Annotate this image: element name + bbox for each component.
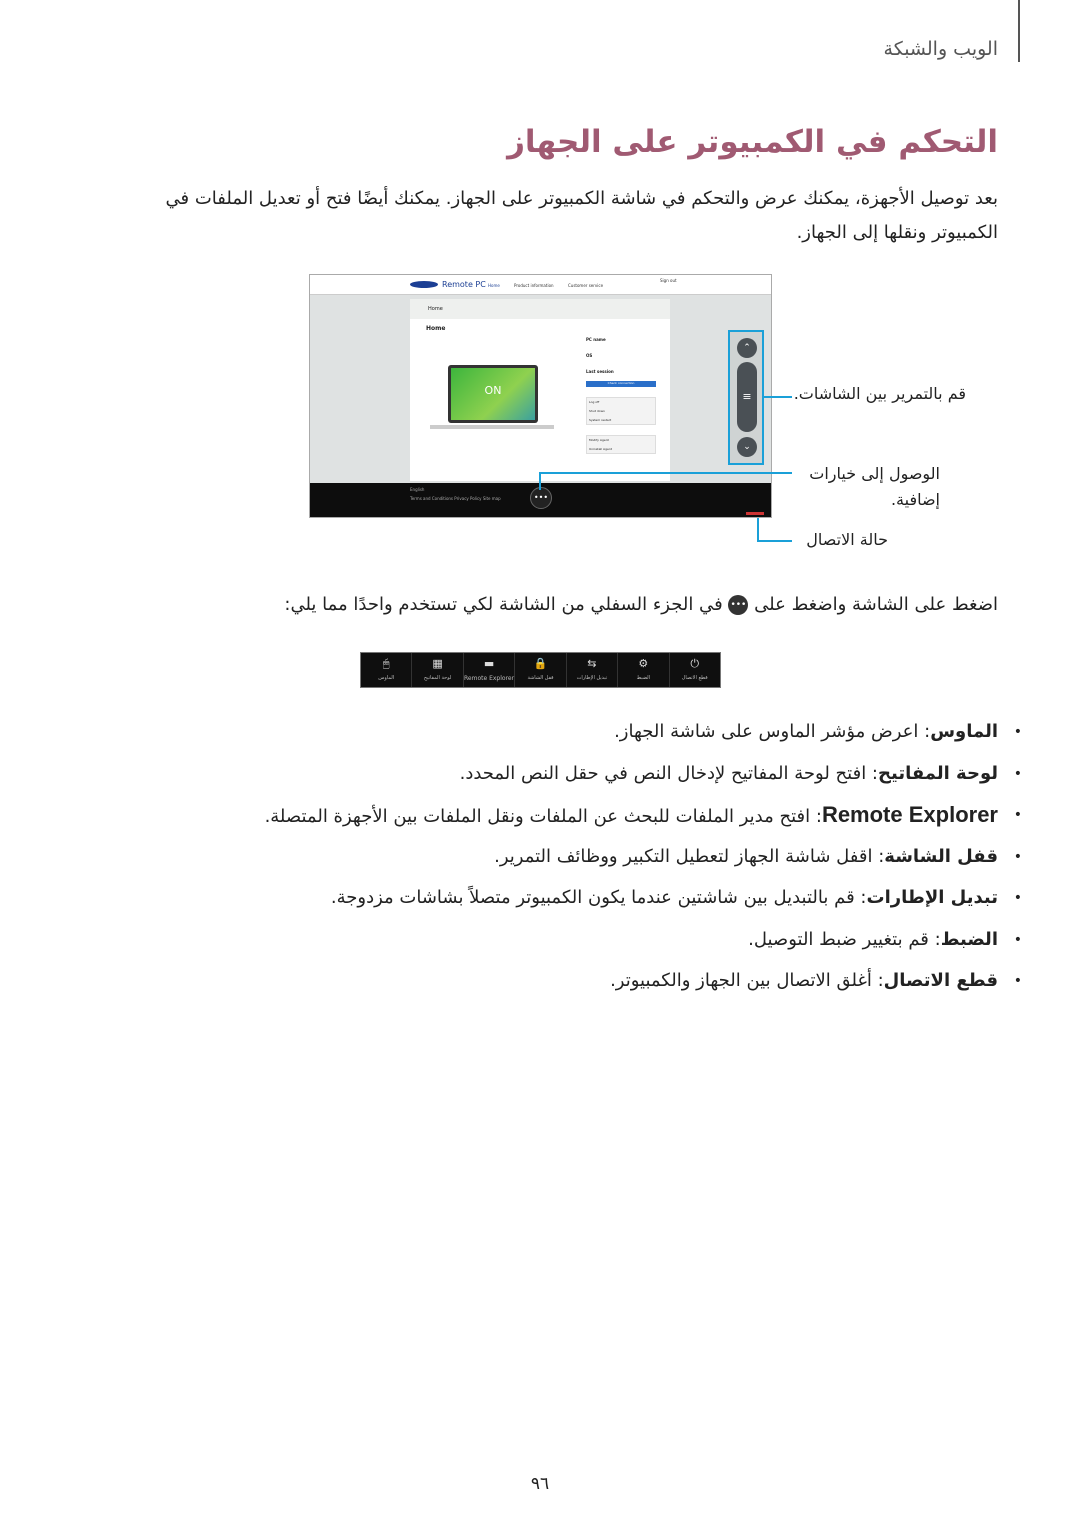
more-options-icon: ••• [530, 487, 552, 509]
toolbar-label: الماوس [378, 675, 395, 681]
list-item: تبديل الإطارات: قم بالتبديل بين شاشتين ع… [265, 884, 1023, 926]
toolbar-settings: ⚙ الضبط [618, 653, 670, 687]
toolbar-label: Remote Explorer [464, 675, 515, 682]
callout-status: حالة الاتصال [806, 530, 888, 549]
bullet-term: قطع الاتصال [883, 970, 998, 991]
sign-out: Sign out [660, 278, 677, 283]
bullet-text: اقفل شاشة الجهاز لتعطيل التكبير ووظائف ا… [494, 845, 873, 867]
home-panel: Home Home ON PC name OS Last session Che… [410, 299, 670, 481]
agent-actions: Modify Agent Uninstall Agent [586, 435, 656, 454]
folder-icon: ▬ [483, 657, 495, 670]
intro-paragraph: بعد توصيل الأجهزة، يمكنك عرض والتحكم في … [165, 188, 999, 243]
laptop-base [430, 425, 554, 429]
bullet-term: لوحة المفاتيح [878, 762, 998, 784]
samsung-logo [410, 281, 438, 288]
callout-options: الوصول إلى خيارات إضافية. [809, 464, 940, 509]
mouse-icon: 🖱 [382, 657, 390, 670]
toolbar-disconnect: ⏻ قطع الاتصال [670, 653, 720, 687]
modify-agent: Modify Agent [589, 438, 609, 442]
toolbar-label: قطع الاتصال [681, 675, 708, 681]
home-heading: Home [426, 325, 446, 332]
bullet-term: قفل الشاشة [884, 845, 998, 867]
bullet-term: الماوس [930, 721, 998, 742]
toolbar-keyboard: ▦ لوحة المفاتيح [412, 653, 464, 687]
more-options-icon: ••• [728, 595, 749, 615]
pc-name-label: PC name [586, 337, 606, 342]
last-session-label: Last session [586, 369, 614, 374]
callout-scroll: قم بالتمرير بين الشاشات. [793, 384, 966, 403]
bullet-text: قم بالتبديل بين شاشتين عندما يكون الكمبي… [330, 887, 855, 908]
nav-home: Home [488, 283, 500, 288]
switch-icon: ⇆ [587, 657, 597, 670]
check-connection-button: Check connection [586, 381, 656, 387]
laptop-image: ON [448, 365, 538, 423]
app-name: Remote PC [442, 280, 486, 289]
os-label: OS [586, 353, 593, 358]
section-header: الويب والشبكة [883, 38, 998, 60]
scroll-control: ⌃ ≡ ⌄ [728, 330, 764, 465]
connection-status-indicator [746, 512, 764, 515]
bullet-term: الضبط [940, 928, 998, 950]
scroll-down-icon: ⌄ [737, 437, 757, 457]
toolbar-switch: ⇆ تبديل الإطارات [567, 653, 619, 687]
list-item: قفل الشاشة: اقفل شاشة الجهاز لتعطيل التك… [265, 843, 1022, 885]
page-title: التحكم في الكمبيوتر على الجهاز [507, 124, 998, 160]
toolbar-label: الضبط [636, 675, 651, 681]
bullet-text: أغلق الاتصال بين الجهاز والكمبيوتر. [610, 970, 872, 991]
bullet-term: Remote Explorer [821, 802, 998, 827]
scroll-handle-icon: ≡ [737, 362, 757, 432]
toolbar-label: تبديل الإطارات [576, 675, 608, 681]
bullet-text: اعرض مؤشر الماوس على شاشة الجهاز. [614, 721, 919, 742]
instruction-before: اضغط على الشاشة واضغط على [754, 594, 998, 615]
screenshot-top-bar: Remote PC Home Product information Custo… [310, 275, 771, 295]
list-item: الماوس: اعرض مؤشر الماوس على شاشة الجهاز… [265, 718, 1022, 760]
callout-line-options-h [539, 472, 792, 474]
page-number: ٩٦ [530, 1474, 550, 1494]
list-item: لوحة المفاتيح: افتح لوحة المفاتيح لإدخال… [265, 760, 1023, 802]
nav-customer: Customer service [568, 283, 604, 288]
header-divider [1018, 0, 1020, 62]
scroll-up-icon: ⌃ [737, 338, 757, 358]
callout-line-status-h [757, 540, 792, 542]
log-off: Log off [589, 400, 600, 404]
panel-title: Home [410, 299, 670, 319]
bullet-term: تبديل الإطارات [866, 887, 998, 908]
on-indicator: ON [451, 368, 535, 420]
callout-line-scroll [764, 396, 792, 398]
toolbar-lock: 🔒 قفل الشاشة [515, 653, 567, 687]
footer-links: Terms and Conditions Privacy Policy Site… [410, 496, 501, 501]
power-actions: Log off Shut down System restart [586, 397, 656, 425]
language-select: English [410, 487, 425, 492]
instruction: اضغط على الشاشة واضغط على ••• في الجزء ا… [284, 594, 998, 615]
toolbar-label: لوحة المفاتيح [423, 675, 452, 681]
uninstall-agent: Uninstall Agent [589, 447, 612, 451]
callout-line-status-v [757, 518, 759, 542]
list-item: Remote Explorer: افتح مدير الملفات للبحث… [264, 801, 1023, 843]
toolbar-remote-explorer: ▬ Remote Explorer [464, 653, 516, 687]
lock-icon: 🔒 [533, 657, 548, 670]
callout-line-options-v [539, 472, 541, 490]
bullet-text: قم بتغيير ضبط التوصيل. [748, 928, 929, 950]
shut-down: Shut down [589, 409, 605, 413]
toolbar-label: قفل الشاشة [527, 675, 554, 681]
list-item: الضبط: قم بتغيير ضبط التوصيل. [265, 926, 1022, 968]
bullet-text: افتح مدير الملفات للبحث عن الملفات ونقل … [264, 806, 811, 827]
gear-icon: ⚙ [638, 657, 649, 670]
system-restart: System restart [589, 418, 612, 422]
remote-toolbar: 🖱 الماوس ▦ لوحة المفاتيح ▬ Remote Explorer … [360, 652, 721, 688]
bullet-text: افتح لوحة المفاتيح لإدخال النص في حقل ال… [459, 762, 867, 784]
keyboard-icon: ▦ [432, 657, 443, 670]
list-item: قطع الاتصال: أغلق الاتصال بين الجهاز وال… [265, 967, 1022, 1009]
power-icon: ⏻ [690, 657, 700, 670]
toolbar-mouse: 🖱 الماوس [361, 653, 413, 687]
feature-list: الماوس: اعرض مؤشر الماوس على شاشة الجهاز… [264, 718, 1023, 1009]
instruction-after: في الجزء السفلي من الشاشة لكي تستخدم واح… [284, 594, 723, 615]
nav-product: Product information [514, 283, 554, 288]
